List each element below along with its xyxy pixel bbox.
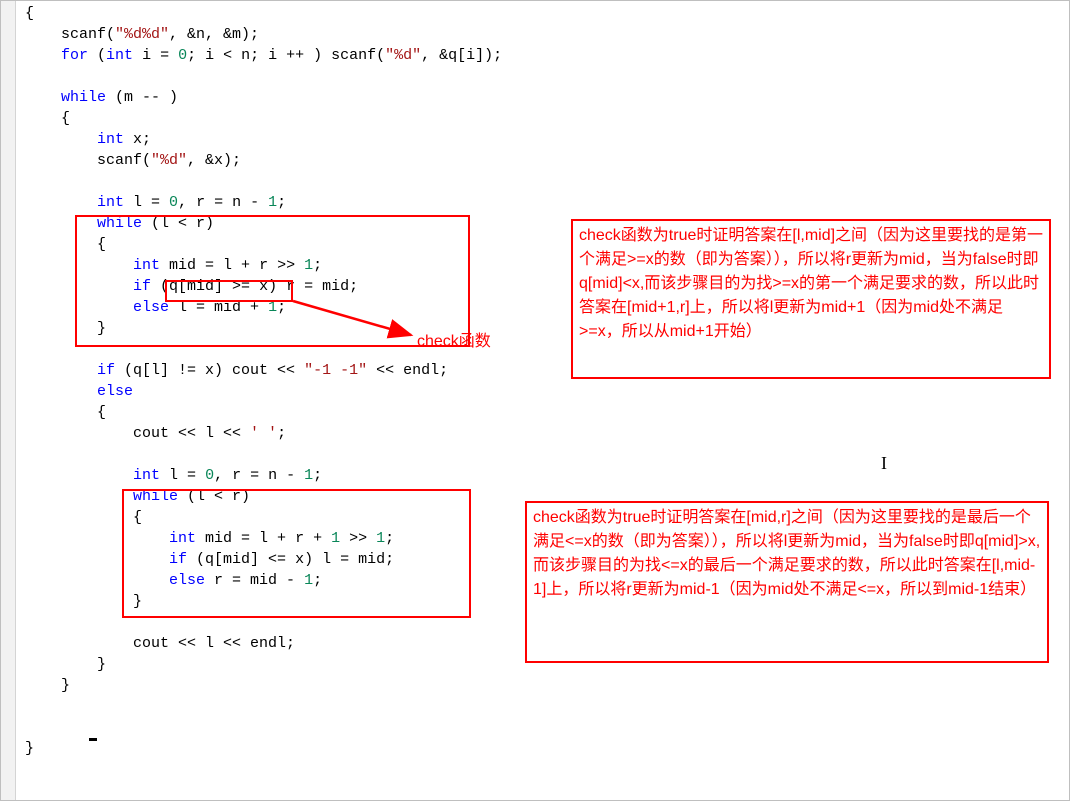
anno-textbox-1 — [571, 219, 1051, 379]
gutter — [1, 1, 16, 800]
anno-text-1: check函数为true时证明答案在[l,mid]之间（因为这里要找的是第一个满… — [579, 224, 1045, 344]
anno-textbox-2 — [525, 501, 1049, 663]
text-cursor-ibeam: I — [881, 453, 887, 474]
code-editor[interactable]: { scanf("%d%d", &n, &m); for (int i = 0;… — [0, 0, 1070, 801]
code-area[interactable]: { scanf("%d%d", &n, &m); for (int i = 0;… — [21, 1, 502, 759]
anno-text-2: check函数为true时证明答案在[mid,r]之间（因为这里要找的是最后一个… — [533, 506, 1043, 602]
